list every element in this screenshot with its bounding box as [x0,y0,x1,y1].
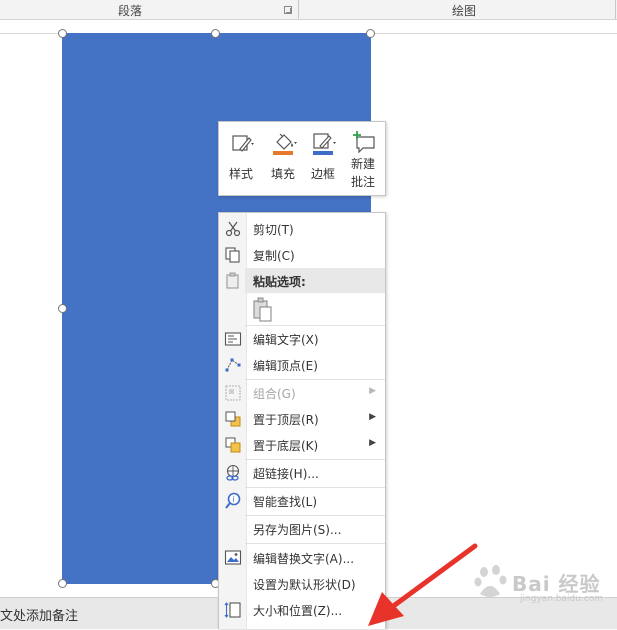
resize-handle-bottom-left[interactable] [58,579,67,588]
menu-item-group-label: 组合(G) [253,387,296,401]
new-comment-button[interactable]: 新建 批注 [343,122,383,195]
menu-item-edit-points[interactable]: 编辑顶点(E) [219,352,385,378]
baidu-paw-logo-icon [474,565,507,597]
menu-item-cut-label: 剪切(T) [253,223,294,237]
menu-item-bring-to-front-label: 置于顶层(R) [253,413,319,427]
size-position-icon [224,602,241,618]
menu-item-hyperlink-label: 超链接(H)... [253,467,319,481]
menu-item-bring-to-front[interactable]: 置于顶层(R) ▶ [219,406,385,432]
mini-toolbar: 样式 填充 边框 新建 批注 [218,121,386,196]
new-comment-label-line2: 批注 [350,175,375,189]
submenu-arrow-icon: ▶ [369,386,376,396]
notes-placeholder: 文处添加备注 [0,609,79,624]
paste-options-header: 粘贴选项: [245,268,385,293]
style-button[interactable]: 样式 [221,122,261,195]
smart-lookup-icon: i [225,492,241,509]
menu-item-group: 组合(G) ▶ [219,380,385,406]
copy-icon [225,247,240,263]
ribbon-group-bar: 段落 绘图 [0,0,617,20]
alt-text-icon [224,550,242,565]
menu-item-edit-points-label: 编辑顶点(E) [253,359,318,373]
style-label: 样式 [228,167,253,181]
svg-text:i: i [232,495,234,504]
watermark-subtext: jingyan.baidu.com [520,594,604,604]
menu-item-size-and-position-label: 大小和位置(Z)... [253,604,343,618]
menu-item-hyperlink[interactable]: 超链接(H)... [219,460,385,486]
menu-item-set-default-shape-label: 设置为默认形状(D) [253,578,356,592]
outline-label: 边框 [310,167,335,181]
menu-item-edit-text-label: 编辑文字(X) [253,333,319,347]
menu-item-edit-text[interactable]: 编辑文字(X) [219,326,385,352]
new-comment-icon [353,131,375,154]
menu-item-save-as-picture-label: 另存为图片(S)... [253,523,342,537]
resize-handle-top-left[interactable] [58,29,67,38]
scissors-icon [225,221,241,237]
clipboard-icon [226,272,239,289]
send-to-back-icon [225,437,241,453]
pen-outline-icon [313,133,336,155]
ribbon-separator [298,0,299,19]
fill-label: 填充 [270,167,295,181]
menu-item-send-to-back-label: 置于底层(K) [253,439,319,453]
menu-item-send-to-back[interactable]: 置于底层(K) ▶ [219,432,385,458]
resize-handle-top-right[interactable] [366,29,375,38]
paste-options-label: 粘贴选项: [253,275,306,289]
ribbon-group-paragraph: 段落 [118,4,143,18]
paste-keep-source-icon[interactable] [251,297,275,323]
outline-button[interactable]: 边框 [303,122,343,195]
submenu-arrow-icon: ▶ [369,438,376,448]
menu-item-smart-lookup-label: 智能查找(L) [253,495,318,509]
shape-style-icon [232,135,254,152]
fill-button[interactable]: 填充 [263,122,303,195]
watermark-text: Bai 经验 [512,572,601,596]
ribbon-group-drawing: 绘图 [452,4,477,18]
paragraph-dialog-launcher-icon[interactable] [284,6,292,14]
menu-item-smart-lookup[interactable]: i 智能查找(L) [219,488,385,514]
group-icon [225,385,241,401]
bring-to-front-icon [225,411,241,427]
edit-text-icon [224,332,242,346]
new-comment-label-line1: 新建 [350,157,375,171]
resize-handle-top[interactable] [211,29,220,38]
paint-bucket-icon [273,133,297,155]
hyperlink-icon [226,464,240,481]
menu-item-copy[interactable]: 复制(C) [219,242,385,268]
menu-item-copy-label: 复制(C) [253,249,295,263]
edit-points-icon [225,358,241,372]
resize-handle-left[interactable] [58,304,67,313]
menu-item-edit-alt-text-label: 编辑替换文字(A)... [253,552,355,566]
submenu-arrow-icon: ▶ [369,412,376,422]
menu-item-save-as-picture[interactable]: 另存为图片(S)... [219,516,385,542]
menu-item-cut[interactable]: 剪切(T) [219,216,385,242]
ribbon-separator [615,0,616,19]
